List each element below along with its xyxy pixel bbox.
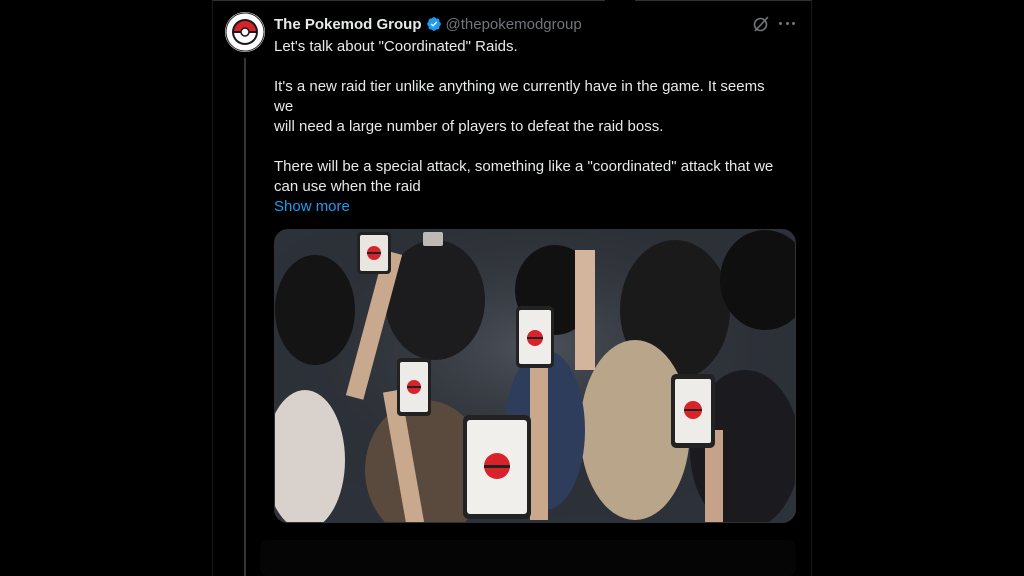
avatar[interactable] [225, 12, 265, 52]
grok-icon[interactable] [752, 15, 770, 33]
tweet-line: we [274, 98, 294, 115]
crowd-with-phones-image [275, 230, 795, 522]
tweet-text: Let's talk about "Coordinated" Raids. It… [274, 37, 804, 197]
tweet-line: can use when the raid [274, 178, 421, 195]
author-handle[interactable]: @thepokemodgroup [446, 16, 582, 33]
verified-badge-icon [426, 16, 442, 32]
pokeball-logo-icon [225, 12, 265, 52]
tweet-line: will need a large number of players to d… [274, 118, 664, 135]
column-border-right [811, 0, 812, 576]
tweet-image[interactable] [274, 229, 796, 523]
author-name[interactable]: The Pokemod Group [274, 16, 422, 33]
tweet-header: The Pokemod Group @thepokemodgroup [274, 14, 582, 34]
show-more-link[interactable]: Show more [274, 197, 350, 217]
tweet[interactable]: The Pokemod Group @thepokemodgroup Let's… [213, 0, 811, 576]
tweet-line: Let's talk about "Coordinated" Raids. [274, 38, 518, 55]
thread-line [244, 58, 246, 576]
more-options-icon[interactable] [779, 22, 795, 26]
tweet-line: There will be a special attack, somethin… [274, 158, 774, 175]
tweet-line: It's a new raid tier unlike anything we … [274, 78, 765, 95]
next-tweet-preview [260, 540, 796, 576]
